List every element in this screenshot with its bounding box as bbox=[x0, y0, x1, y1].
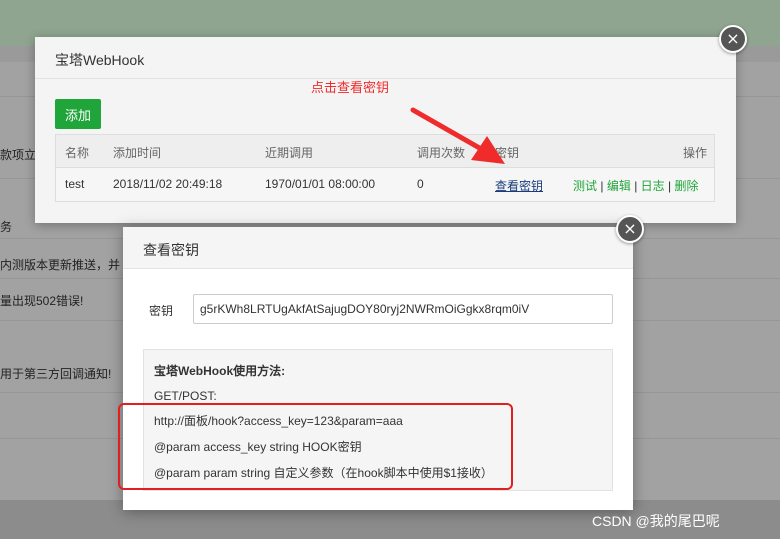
annotation-text: 点击查看密钥 bbox=[311, 80, 390, 95]
delete-link[interactable]: 删除 bbox=[674, 179, 698, 193]
row-call-count: 0 bbox=[417, 177, 424, 191]
webhook-dialog: 宝塔WebHook 添加 名称 添加时间 近期调用 调用次数 密钥 操作 tes… bbox=[35, 37, 736, 223]
row-last-call: 1970/01/01 08:00:00 bbox=[265, 177, 376, 191]
log-link[interactable]: 日志 bbox=[641, 179, 665, 193]
webhook-dialog-title: 宝塔WebHook bbox=[35, 37, 736, 79]
separator: | bbox=[668, 179, 672, 193]
annotation-arrow-icon bbox=[410, 107, 505, 164]
key-label: 密钥 bbox=[149, 304, 174, 318]
add-webhook-button[interactable]: 添加 bbox=[55, 99, 101, 129]
background-text: 务 bbox=[0, 220, 13, 234]
table-row: test 2018/11/02 20:49:18 1970/01/01 08:0… bbox=[56, 168, 714, 201]
table-header: 名称 添加时间 近期调用 调用次数 密钥 操作 bbox=[56, 135, 714, 168]
edit-link[interactable]: 编辑 bbox=[607, 179, 631, 193]
close-key-dialog-button[interactable]: × bbox=[616, 215, 644, 243]
view-key-link[interactable]: 查看密钥 bbox=[495, 177, 543, 194]
background-text: 款项立 bbox=[0, 148, 37, 162]
column-header-name: 名称 bbox=[65, 146, 90, 160]
key-dialog-title: 查看密钥 bbox=[123, 227, 633, 269]
background-text: 用于第三方回调通知! bbox=[0, 367, 112, 381]
row-name: test bbox=[65, 177, 85, 191]
help-title: 宝塔WebHook使用方法: bbox=[154, 364, 286, 378]
separator: | bbox=[634, 179, 638, 193]
help-line: GET/POST: bbox=[154, 389, 217, 403]
highlight-box bbox=[118, 403, 513, 490]
close-webhook-dialog-button[interactable]: × bbox=[719, 25, 747, 53]
key-field[interactable] bbox=[193, 294, 613, 324]
column-header-added: 添加时间 bbox=[113, 146, 162, 160]
column-header-last-call: 近期调用 bbox=[265, 146, 314, 160]
separator: | bbox=[600, 179, 604, 193]
row-actions: 测试 | 编辑 | 日志 | 删除 bbox=[573, 177, 699, 194]
webhook-table: 名称 添加时间 近期调用 调用次数 密钥 操作 test 2018/11/02 … bbox=[55, 134, 715, 202]
row-added-time: 2018/11/02 20:49:18 bbox=[113, 177, 223, 191]
background-text: 量出现502错误! bbox=[0, 294, 84, 308]
column-header-actions: 操作 bbox=[683, 146, 708, 160]
test-link[interactable]: 测试 bbox=[573, 179, 597, 193]
watermark: CSDN @我的尾巴呢 bbox=[592, 513, 720, 529]
background-text: 内测版本更新推送，并 bbox=[0, 258, 121, 272]
